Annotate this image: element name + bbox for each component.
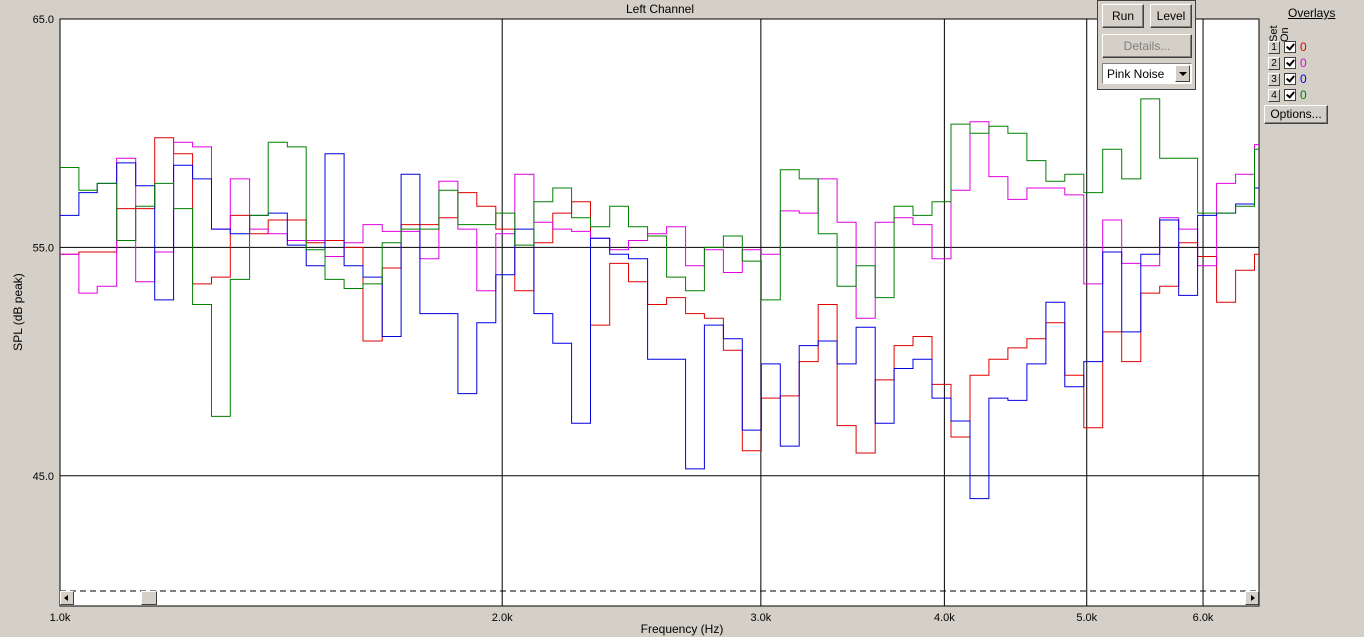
scroll-thumb[interactable] (141, 591, 157, 605)
signal-type-select[interactable]: Pink Noise (1102, 63, 1192, 84)
overlay-on-checkbox[interactable] (1284, 41, 1296, 53)
y-axis-label: SPL (dB peak) (11, 273, 25, 351)
scroll-left-button[interactable] (60, 591, 74, 605)
level-button[interactable]: Level (1150, 4, 1192, 28)
overlay-count: 0 (1300, 40, 1307, 54)
x-tick-label: 5.0k (1076, 612, 1097, 624)
overlay-count: 0 (1300, 72, 1307, 86)
overlay-set-button[interactable]: 1 (1268, 41, 1280, 54)
overlay-set-button[interactable]: 3 (1268, 73, 1280, 86)
details-button[interactable]: Details... (1102, 34, 1192, 58)
y-tick-label: 55.0 (33, 242, 54, 254)
overlays-link[interactable]: Overlays (1288, 6, 1335, 20)
y-tick-labels: 65.0 55.0 45.0 (33, 14, 54, 483)
overlay-on-checkbox[interactable] (1284, 57, 1296, 69)
x-tick-label: 4.0k (934, 612, 955, 624)
signal-type-value: Pink Noise (1107, 67, 1165, 81)
chevron-down-icon[interactable] (1175, 65, 1190, 82)
set-column-header: Set On (1268, 20, 1291, 42)
x-tick-label: 6.0k (1193, 612, 1214, 624)
overlay-set-button[interactable]: 4 (1268, 89, 1280, 102)
x-axis-label: Frequency (Hz) (640, 622, 724, 636)
options-button[interactable]: Options... (1264, 105, 1328, 124)
overlay-on-checkbox[interactable] (1284, 73, 1296, 85)
on-header-text: On (1279, 27, 1291, 42)
overlay-count: 0 (1300, 88, 1307, 102)
overlay-set-button[interactable]: 2 (1268, 57, 1280, 70)
x-tick-label: 2.0k (492, 612, 513, 624)
overlay-count: 0 (1300, 56, 1307, 70)
x-tick-label: 1.0k (50, 612, 71, 624)
scroll-right-button[interactable] (1245, 591, 1259, 605)
spl-plot: 65.055.045.0 1.0k 2.0k 3.0k 4.0k 5.0k 6.0k (33, 14, 1260, 624)
y-tick-label: 45.0 (33, 471, 54, 483)
run-button[interactable]: Run (1102, 4, 1144, 28)
plot-background (59, 18, 1260, 607)
overlay-on-checkbox[interactable] (1284, 89, 1296, 101)
y-tick-label: 65.0 (33, 14, 54, 26)
